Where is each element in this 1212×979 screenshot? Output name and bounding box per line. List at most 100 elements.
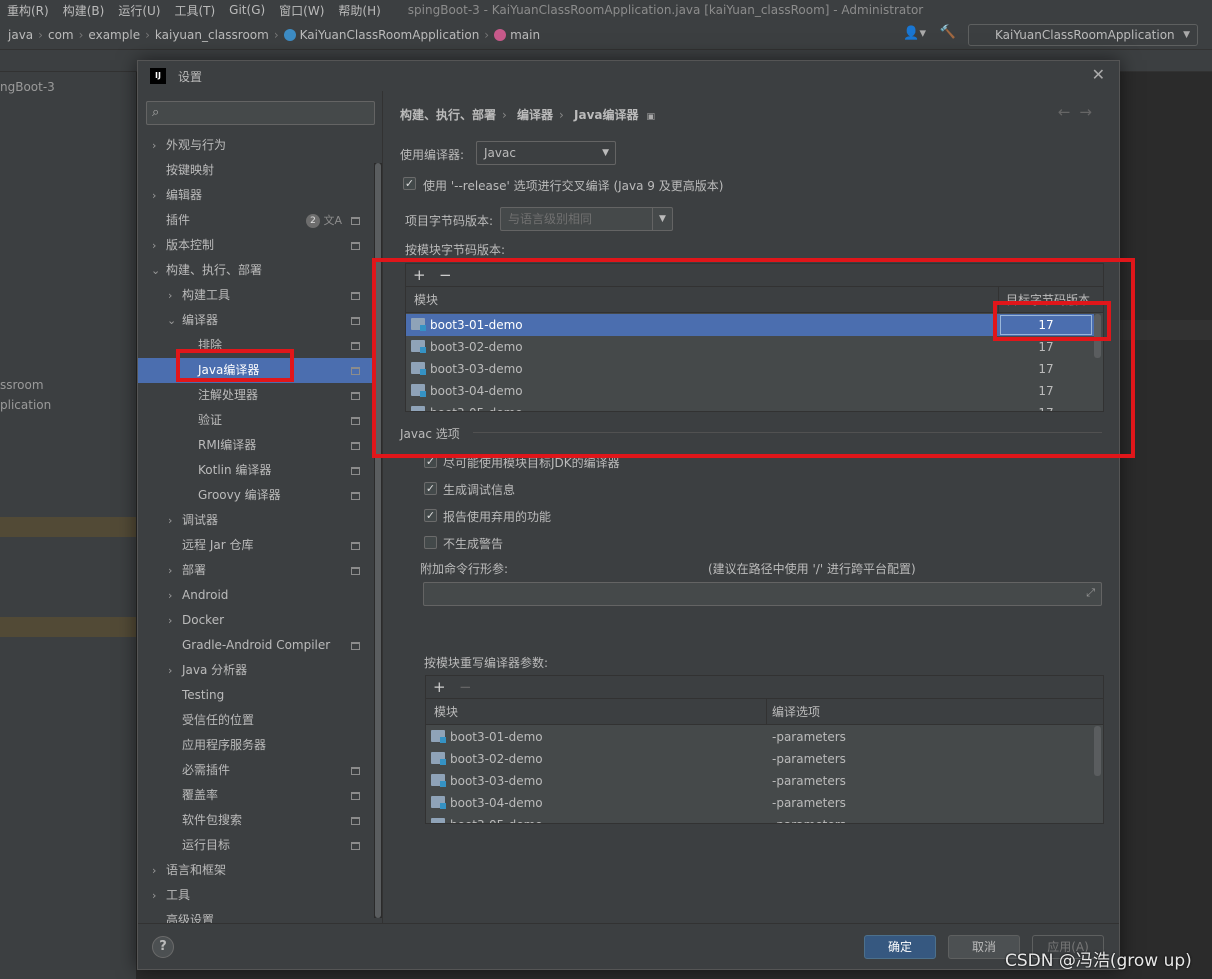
chevron-right-icon: ›	[484, 27, 490, 42]
tree-item-validation[interactable]: 验证	[138, 408, 374, 433]
chevron-right-icon: ›	[168, 514, 173, 527]
tree-item-annotation-processors[interactable]: 注解处理器	[138, 383, 374, 408]
tree-item-vcs[interactable]: › 版本控制	[138, 233, 374, 258]
use-module-jdk-checkbox[interactable]: ✓	[424, 455, 437, 468]
tree-item-testing[interactable]: Testing	[138, 683, 374, 708]
tree-item-coverage[interactable]: 覆盖率	[138, 783, 374, 808]
menu-build[interactable]: 构建(B)	[56, 2, 112, 19]
release-option-checkbox[interactable]: ✓	[403, 177, 416, 190]
table-row[interactable]: boot3-04-demo -parameters	[426, 792, 1094, 814]
tree-item-remote-jar[interactable]: 远程 Jar 仓库	[138, 533, 374, 558]
tree-item-groovy-compiler[interactable]: Groovy 编译器	[138, 483, 374, 508]
column-divider[interactable]	[766, 699, 767, 725]
table-scrollbar[interactable]	[1094, 314, 1101, 358]
menu-window[interactable]: 窗口(W)	[272, 2, 331, 19]
module-name: boot3-03-demo	[450, 774, 543, 788]
tree-item-languages-frameworks[interactable]: › 语言和框架	[138, 858, 374, 883]
table-row[interactable]: boot3-04-demo 17	[406, 380, 1094, 402]
menu-git[interactable]: Git(G)	[222, 3, 272, 17]
table-row[interactable]: boot3-01-demo -parameters	[426, 726, 1094, 748]
column-header-target-version[interactable]: 目标字节码版本	[1006, 287, 1090, 313]
user-icon[interactable]: 👤▾	[903, 26, 926, 41]
java-compiler-panel: 构建、执行、部署 › 编译器 › Java编译器 ▣ ←→ 使用编译器: Javac …	[382, 91, 1119, 923]
table-row[interactable]: boot3-01-demo 17	[406, 314, 1094, 336]
table-row[interactable]: boot3-03-demo 17	[406, 358, 1094, 380]
crumb-class[interactable]: KaiYuanClassRoomApplication	[300, 28, 480, 42]
tree-item-run-targets[interactable]: 运行目标	[138, 833, 374, 858]
crumb-com[interactable]: com	[48, 28, 74, 42]
arrow-left-icon[interactable]: ←	[1058, 103, 1080, 121]
tree-item-debugger[interactable]: › 调试器	[138, 508, 374, 533]
debug-info-checkbox[interactable]: ✓	[424, 482, 437, 495]
table-scrollbar[interactable]	[1094, 726, 1101, 776]
menu-refactor[interactable]: 重构(R)	[0, 2, 56, 19]
scrollbar-thumb[interactable]	[375, 163, 381, 918]
deprecation-label: 报告使用弃用的功能	[443, 510, 552, 524]
settings-search-input[interactable]: ⌕	[146, 101, 375, 125]
tree-item-java-compiler[interactable]: Java编译器	[138, 358, 374, 383]
tree-item-docker[interactable]: › Docker	[138, 608, 374, 633]
column-divider[interactable]	[998, 287, 999, 313]
crumb-package[interactable]: kaiyuan_classroom	[155, 28, 269, 42]
menu-help[interactable]: 帮助(H)	[331, 2, 387, 19]
hammer-icon[interactable]: 🔨	[940, 25, 956, 40]
module-folder-icon	[411, 362, 426, 375]
add-icon[interactable]: +	[433, 678, 446, 696]
menu-run[interactable]: 运行(U)	[111, 2, 167, 19]
target-version-editor[interactable]: 17	[1000, 315, 1092, 335]
table-row[interactable]: boot3-05-demo -parameters	[426, 814, 1094, 823]
tree-item-build-tools[interactable]: › 构建工具	[138, 283, 374, 308]
tree-item-label: 远程 Jar 仓库	[182, 538, 254, 552]
crumb-java[interactable]: java	[8, 28, 33, 42]
tree-item-deployment[interactable]: › 部署	[138, 558, 374, 583]
close-icon[interactable]: ✕	[1092, 65, 1105, 84]
add-icon[interactable]: +	[413, 266, 426, 284]
tree-item-build-execution-deployment[interactable]: ⌄ 构建、执行、部署	[138, 258, 374, 283]
table-row[interactable]: boot3-03-demo -parameters	[426, 770, 1094, 792]
tree-item-gradle-android[interactable]: Gradle-Android Compiler	[138, 633, 374, 658]
help-button[interactable]: ?	[152, 936, 174, 958]
project-root-label[interactable]: ngBoot-3	[0, 80, 55, 94]
column-header-options[interactable]: 编译选项	[772, 699, 820, 725]
table-row[interactable]: boot3-02-demo -parameters	[426, 748, 1094, 770]
deprecation-checkbox[interactable]: ✓	[424, 509, 437, 522]
tree-item-rmi-compiler[interactable]: RMI编译器	[138, 433, 374, 458]
tree-item-trusted-locations[interactable]: 受信任的位置	[138, 708, 374, 733]
no-warnings-checkbox[interactable]	[424, 536, 437, 549]
column-header-module[interactable]: 模块	[414, 287, 438, 313]
expand-icon[interactable]: ⤢	[1086, 586, 1095, 600]
run-configuration-select[interactable]: KaiYuanClassRoomApplication ▼	[968, 24, 1198, 46]
tree-item-app-servers[interactable]: 应用程序服务器	[138, 733, 374, 758]
compiler-select[interactable]: Javac ▼	[476, 141, 616, 165]
tree-item-package-search[interactable]: 软件包搜索	[138, 808, 374, 833]
menu-tools[interactable]: 工具(T)	[167, 2, 222, 19]
crumb-example[interactable]: example	[88, 28, 140, 42]
tree-item-excludes[interactable]: 排除	[138, 333, 374, 358]
sidebar-scrollbar[interactable]	[374, 163, 382, 918]
plugin-update-badge: 2	[306, 214, 320, 228]
bytecode-version-select[interactable]: 与语言级别相同 ▼	[500, 207, 673, 231]
module-bytecode-table: + − 模块 目标字节码版本 boot3-01-demo 17 boot3-02…	[405, 263, 1104, 412]
tree-item-required-plugins[interactable]: 必需插件	[138, 758, 374, 783]
tree-item-advanced-settings[interactable]: 高级设置	[138, 908, 374, 923]
chevron-down-icon: ▼	[652, 208, 672, 230]
tree-item-java-profiler[interactable]: › Java 分析器	[138, 658, 374, 683]
tree-item-compiler[interactable]: ⌄ 编译器	[138, 308, 374, 333]
tree-item-kotlin-compiler[interactable]: Kotlin 编译器	[138, 458, 374, 483]
column-header-module[interactable]: 模块	[434, 699, 458, 725]
extra-args-input[interactable]: ⤢	[423, 582, 1102, 606]
table-row[interactable]: boot3-02-demo 17	[406, 336, 1094, 358]
project-item[interactable]: plication	[0, 398, 51, 412]
table-row[interactable]: boot3-05-demo 17	[406, 402, 1094, 411]
arrow-right-icon[interactable]: →	[1079, 103, 1101, 121]
remove-icon[interactable]: −	[439, 266, 452, 284]
tree-item-appearance[interactable]: › 外观与行为	[138, 133, 374, 158]
project-item[interactable]: ssroom	[0, 378, 44, 392]
tree-item-keymap[interactable]: 按键映射	[138, 158, 374, 183]
ok-button[interactable]: 确定	[864, 935, 936, 959]
tree-item-plugins[interactable]: 插件 2 文A	[138, 208, 374, 233]
crumb-method[interactable]: main	[510, 28, 540, 42]
tree-item-editor[interactable]: › 编辑器	[138, 183, 374, 208]
tree-item-android[interactable]: › Android	[138, 583, 374, 608]
tree-item-tools[interactable]: › 工具	[138, 883, 374, 908]
